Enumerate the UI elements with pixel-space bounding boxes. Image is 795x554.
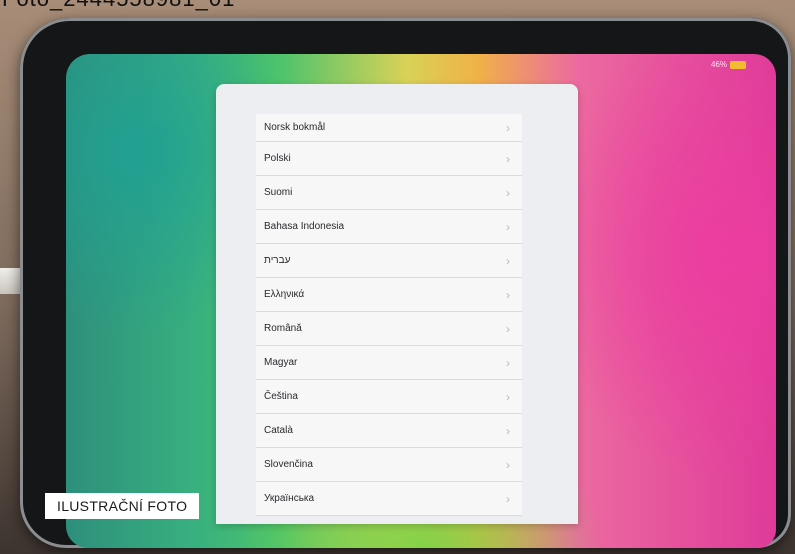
language-list: Norsk bokmål › Polski › Suomi › Bahasa Indo… xyxy=(256,114,522,516)
illustration-photo-badge: ILUSTRAČNÍ FOTO xyxy=(45,493,200,519)
language-item[interactable]: Українська › xyxy=(256,482,522,516)
battery-percentage: 46% xyxy=(710,60,727,69)
chevron-right-icon: › xyxy=(506,253,510,268)
chevron-right-icon: › xyxy=(506,355,510,370)
language-item[interactable]: Polski › xyxy=(256,142,522,176)
language-item[interactable]: Suomi › xyxy=(256,176,522,210)
language-selection-sheet: Norsk bokmål › Polski › Suomi › Bahasa Indo… xyxy=(216,84,578,524)
language-item[interactable]: Slovenčina › xyxy=(256,448,522,482)
chevron-right-icon: › xyxy=(506,120,510,135)
chevron-right-icon: › xyxy=(506,287,510,302)
language-label: Bahasa Indonesia xyxy=(264,221,345,232)
language-label: Català xyxy=(264,425,293,436)
battery-icon: ⚡ xyxy=(730,60,746,69)
language-item[interactable]: Norsk bokmål › xyxy=(256,114,522,142)
chevron-right-icon: › xyxy=(506,151,510,166)
language-label: Čeština xyxy=(264,391,298,402)
ipad-screen: 46% ⚡ Norsk bokmål › Polski › Suomi › Bahas… xyxy=(66,54,776,548)
language-item[interactable]: Magyar › xyxy=(256,346,522,380)
language-item[interactable]: Română › xyxy=(256,312,522,346)
language-label: Slovenčina xyxy=(264,459,313,470)
language-label: עברית xyxy=(264,255,291,266)
chevron-right-icon: › xyxy=(506,219,510,234)
language-label: Suomi xyxy=(264,187,293,198)
language-item[interactable]: Ελληνικά › xyxy=(256,278,522,312)
chevron-right-icon: › xyxy=(506,423,510,438)
chevron-right-icon: › xyxy=(506,491,510,506)
ipad-device: 46% ⚡ Norsk bokmål › Polski › Suomi › Bahas… xyxy=(20,18,791,548)
chevron-right-icon: › xyxy=(506,185,510,200)
language-label: Ελληνικά xyxy=(264,289,305,300)
chevron-right-icon: › xyxy=(506,389,510,404)
chevron-right-icon: › xyxy=(506,321,510,336)
chevron-right-icon: › xyxy=(506,457,510,472)
language-item[interactable]: Català › xyxy=(256,414,522,448)
language-label: Українська xyxy=(264,493,315,504)
language-item[interactable]: Čeština › xyxy=(256,380,522,414)
language-label: Magyar xyxy=(264,357,298,368)
language-label: Polski xyxy=(264,153,291,164)
language-item[interactable]: Bahasa Indonesia › xyxy=(256,210,522,244)
language-item[interactable]: עברית › xyxy=(256,244,522,278)
language-label: Română xyxy=(264,323,302,334)
status-bar: 46% ⚡ xyxy=(711,60,746,69)
photo-id-caption: Foto_2444558981_01 xyxy=(2,0,235,12)
language-label: Norsk bokmål xyxy=(264,122,326,133)
